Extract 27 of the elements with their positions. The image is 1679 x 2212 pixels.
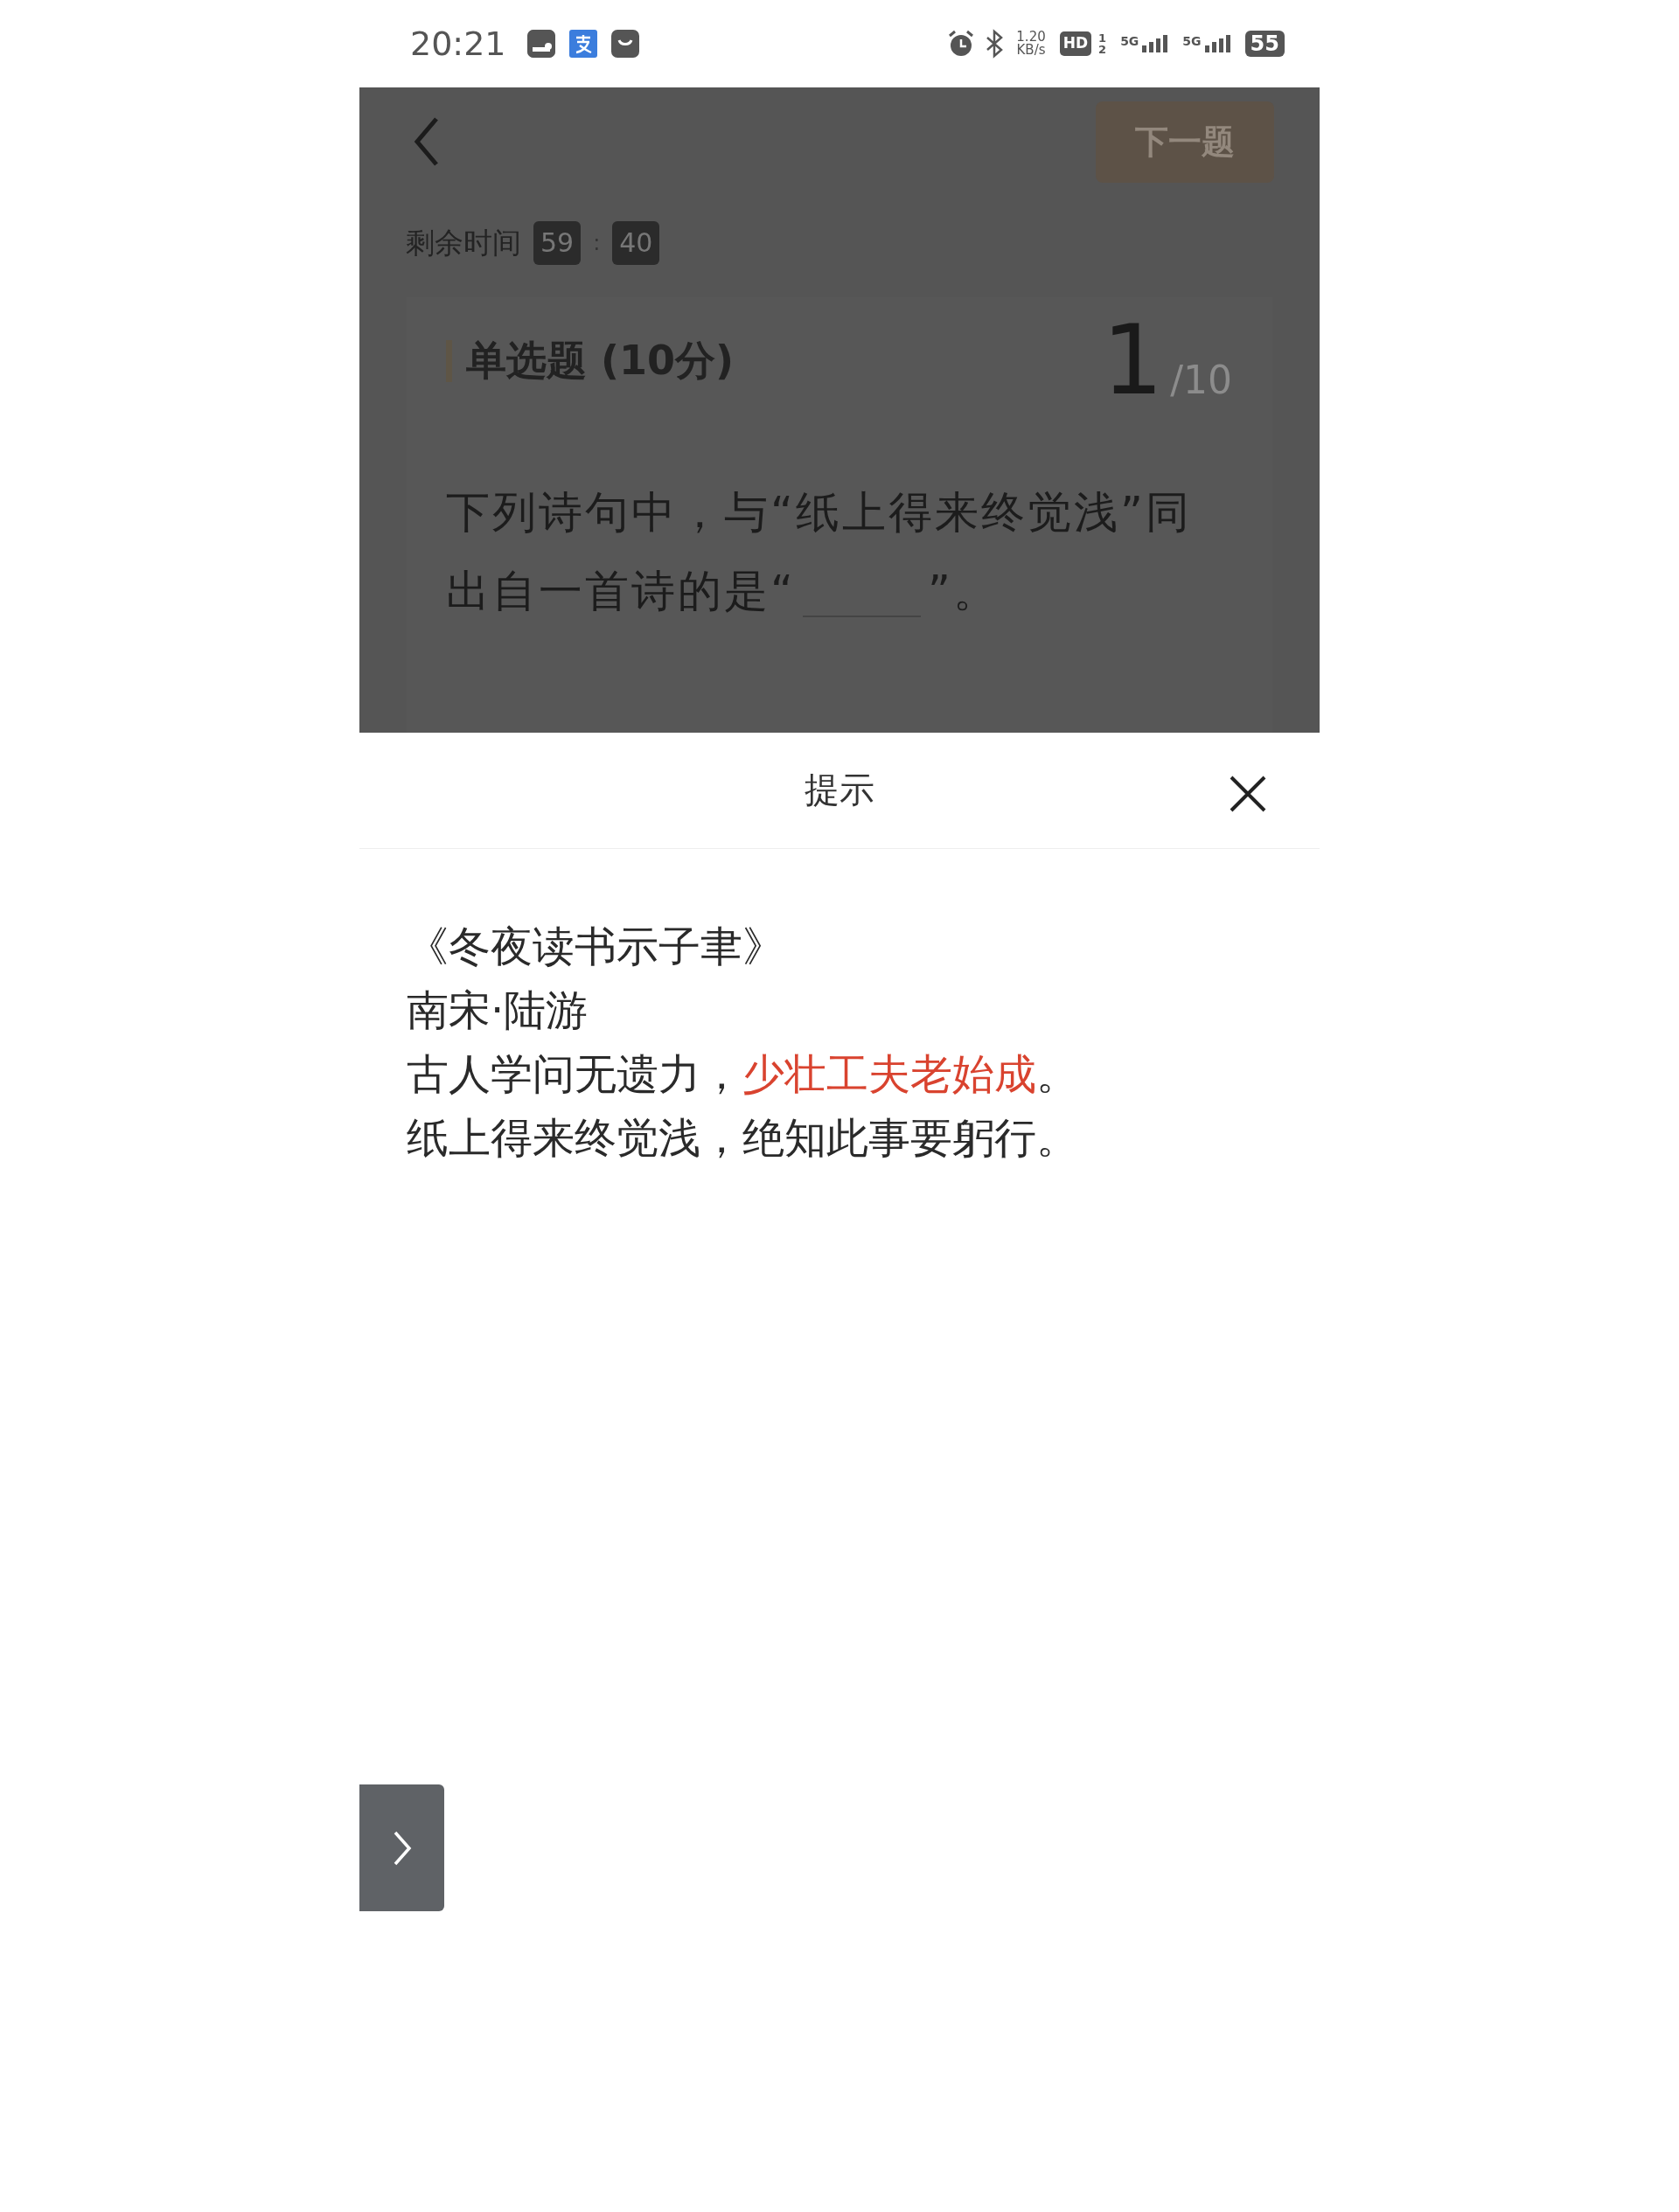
sim-label: 2 <box>1098 44 1107 55</box>
network-type: 5G <box>1120 35 1139 47</box>
status-time: 20:21 <box>410 23 506 65</box>
hint-line: 《冬夜读书示子聿》 <box>407 921 785 972</box>
sim-label: 1 <box>1098 32 1107 44</box>
shopping-app-icon <box>610 30 639 58</box>
hint-line: 纸上得来终觉浅，绝知此事要躬行。 <box>407 1112 1079 1164</box>
network-speed: 1.20 <box>1016 31 1046 44</box>
hint-line: 古人学问无遗力，少壮工夫老始成。 <box>407 1048 1079 1100</box>
payment-app-icon <box>568 30 597 58</box>
question-number: 1 <box>1102 312 1164 408</box>
hint-title: 提示 <box>805 769 874 811</box>
question-text: 下列诗句中，与“纸上得来终觉浅”同 <box>446 486 1193 539</box>
time-separator: : <box>593 229 601 257</box>
question-text: 出自一首诗的是“ <box>446 565 796 618</box>
seconds-counter: 40 <box>612 220 660 265</box>
signal-icon <box>1142 35 1169 52</box>
hd-voice-label: HD <box>1059 31 1092 56</box>
minutes-counter: 59 <box>533 220 582 265</box>
battery-level: 55 <box>1244 31 1285 57</box>
signal-icon <box>1204 35 1231 52</box>
hint-line: 南宋·陆游 <box>407 984 589 1036</box>
back-icon[interactable] <box>414 115 440 168</box>
network-type: 5G <box>1182 35 1202 47</box>
app-icon <box>526 30 555 58</box>
speed-unit: KB/s <box>1016 44 1046 57</box>
question-text: ”。 <box>927 565 1000 618</box>
